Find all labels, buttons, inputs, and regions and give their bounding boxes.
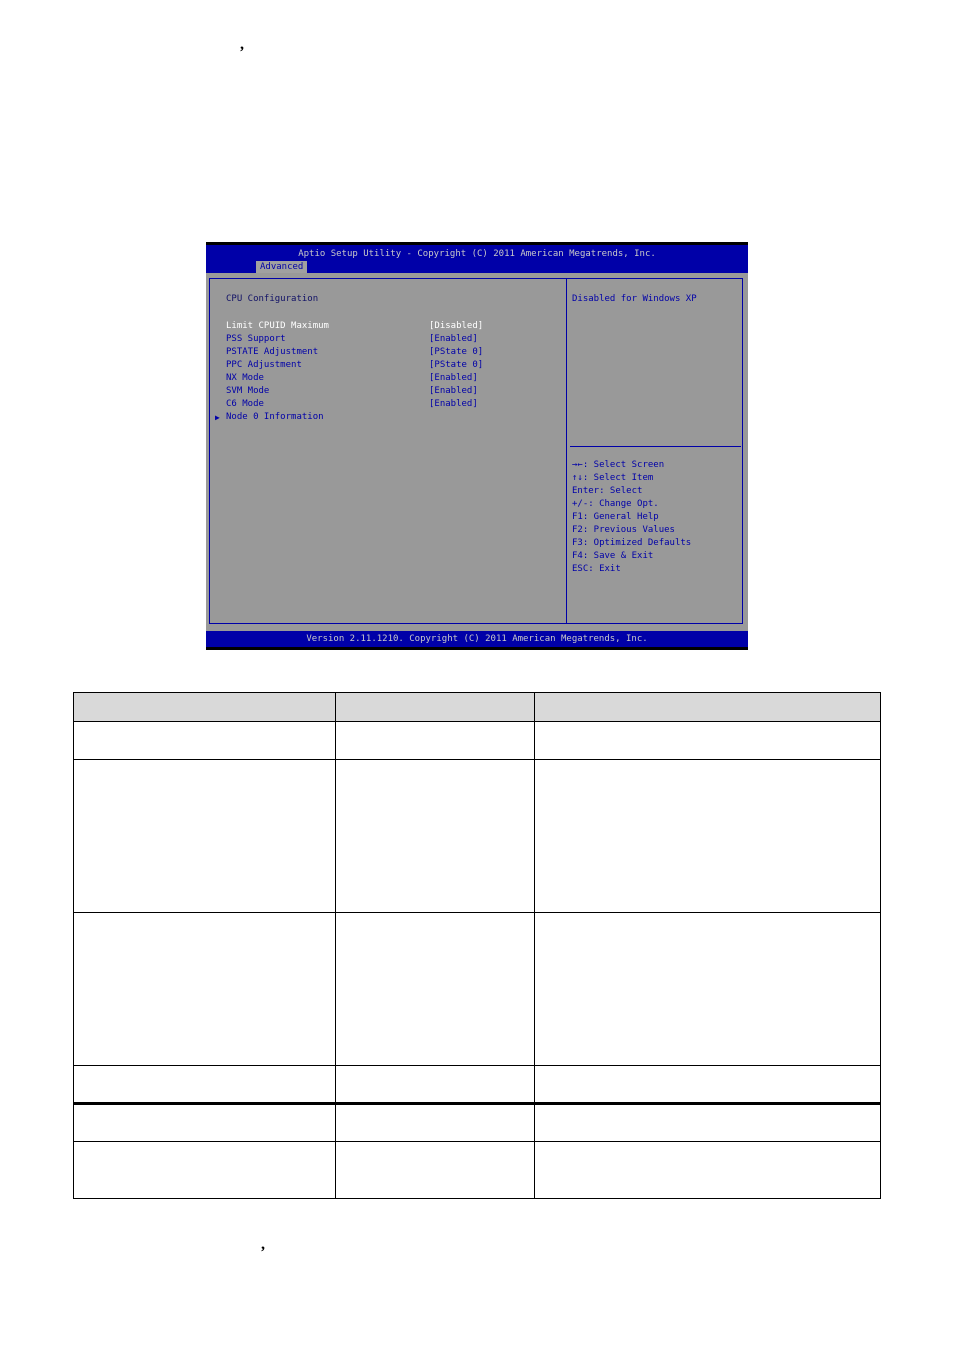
table-header-row xyxy=(72,692,882,722)
table-cell xyxy=(533,759,882,913)
key-help-item: ESC: Exit xyxy=(572,564,621,574)
setting-label: PSTATE Adjustment xyxy=(226,347,319,357)
setting-item[interactable]: PPC Adjustment [PState 0] xyxy=(215,359,565,372)
settings-list: Limit CPUID Maximum [Disabled] PSS Support… xyxy=(215,320,565,424)
table-cell xyxy=(533,1141,882,1199)
table-cell xyxy=(335,1065,535,1104)
header-cell xyxy=(72,692,337,722)
setting-label: SVM Mode xyxy=(226,386,270,396)
setting-item[interactable]: PSS Support [Enabled] xyxy=(215,333,565,346)
table-row xyxy=(72,1102,882,1142)
submenu-arrow-icon: ▶ xyxy=(215,413,220,422)
setting-label: Limit CPUID Maximum xyxy=(226,321,329,331)
setting-label: C6 Mode xyxy=(226,399,264,409)
table-row xyxy=(72,721,882,760)
top-punctuation: , xyxy=(240,36,244,53)
setting-item[interactable]: SVM Mode [Enabled] xyxy=(215,385,565,398)
header-cell xyxy=(335,692,535,722)
table-row xyxy=(72,912,882,1066)
key-help-item: F4: Save & Exit xyxy=(572,551,654,561)
table-cell xyxy=(335,912,535,1066)
setting-value[interactable]: [Enabled] xyxy=(429,398,478,411)
setting-item[interactable]: ▶ Node 0 Information xyxy=(215,411,565,424)
bios-footer: Version 2.11.1210. Copyright (C) 2011 Am… xyxy=(206,631,748,647)
bottom-punctuation: , xyxy=(261,1236,265,1253)
table-cell xyxy=(72,1141,337,1199)
table-cell xyxy=(72,912,337,1066)
setting-label: Node 0 Information xyxy=(226,412,324,422)
table-cell xyxy=(533,1102,882,1142)
key-help-item: ↑↓: Select Item xyxy=(572,473,654,483)
table-row xyxy=(72,1141,882,1199)
table-cell xyxy=(335,1141,535,1199)
key-help-item: +/-: Change Opt. xyxy=(572,499,659,509)
setting-label: PPC Adjustment xyxy=(226,360,302,370)
setting-value[interactable]: [Enabled] xyxy=(429,385,478,398)
setting-label: PSS Support xyxy=(226,334,286,344)
table-cell xyxy=(72,759,337,913)
bios-title: Aptio Setup Utility - Copyright (C) 2011… xyxy=(298,249,656,259)
key-help-item: F1: General Help xyxy=(572,512,659,522)
table-cell xyxy=(335,759,535,913)
setting-value[interactable]: [Enabled] xyxy=(429,333,478,346)
table-cell xyxy=(533,1065,882,1104)
setting-value[interactable]: [PState 0] xyxy=(429,346,483,359)
section-title: CPU Configuration xyxy=(226,294,319,304)
table-row xyxy=(72,759,882,913)
setting-value[interactable]: [Disabled] xyxy=(429,320,483,333)
table-cell xyxy=(72,721,337,760)
key-help-item: F2: Previous Values xyxy=(572,525,675,535)
key-help-item: →←: Select Screen xyxy=(572,460,665,470)
setting-label: NX Mode xyxy=(226,373,264,383)
key-help-item: F3: Optimized Defaults xyxy=(572,538,692,548)
help-divider xyxy=(570,446,741,447)
table-cell xyxy=(335,1102,535,1142)
setting-item[interactable]: NX Mode [Enabled] xyxy=(215,372,565,385)
panel-divider xyxy=(566,279,567,623)
header-cell xyxy=(533,692,882,722)
setting-item[interactable]: PSTATE Adjustment [PState 0] xyxy=(215,346,565,359)
setting-value[interactable]: [PState 0] xyxy=(429,359,483,372)
setting-item[interactable]: Limit CPUID Maximum [Disabled] xyxy=(215,320,565,333)
item-help-text: Disabled for Windows XP xyxy=(572,294,697,304)
bios-frame: CPU Configuration Limit CPUID Maximum [Di… xyxy=(209,278,743,624)
table-cell xyxy=(72,1102,337,1142)
bios-header: Aptio Setup Utility - Copyright (C) 2011… xyxy=(206,245,748,274)
table-cell xyxy=(72,1065,337,1104)
table-cell xyxy=(335,721,535,760)
bios-body: CPU Configuration Limit CPUID Maximum [Di… xyxy=(206,273,748,631)
setting-item[interactable]: C6 Mode [Enabled] xyxy=(215,398,565,411)
table-cell xyxy=(533,721,882,760)
key-help-list: →←: Select Screen ↑↓: Select Item Enter: S… xyxy=(572,459,691,576)
setting-value[interactable]: [Enabled] xyxy=(429,372,478,385)
table-cell xyxy=(533,912,882,1066)
bios-screenshot: Aptio Setup Utility - Copyright (C) 2011… xyxy=(206,242,748,650)
settings-description-table xyxy=(72,692,882,1199)
table-row xyxy=(72,1065,882,1104)
key-help-item: Enter: Select xyxy=(572,486,643,496)
